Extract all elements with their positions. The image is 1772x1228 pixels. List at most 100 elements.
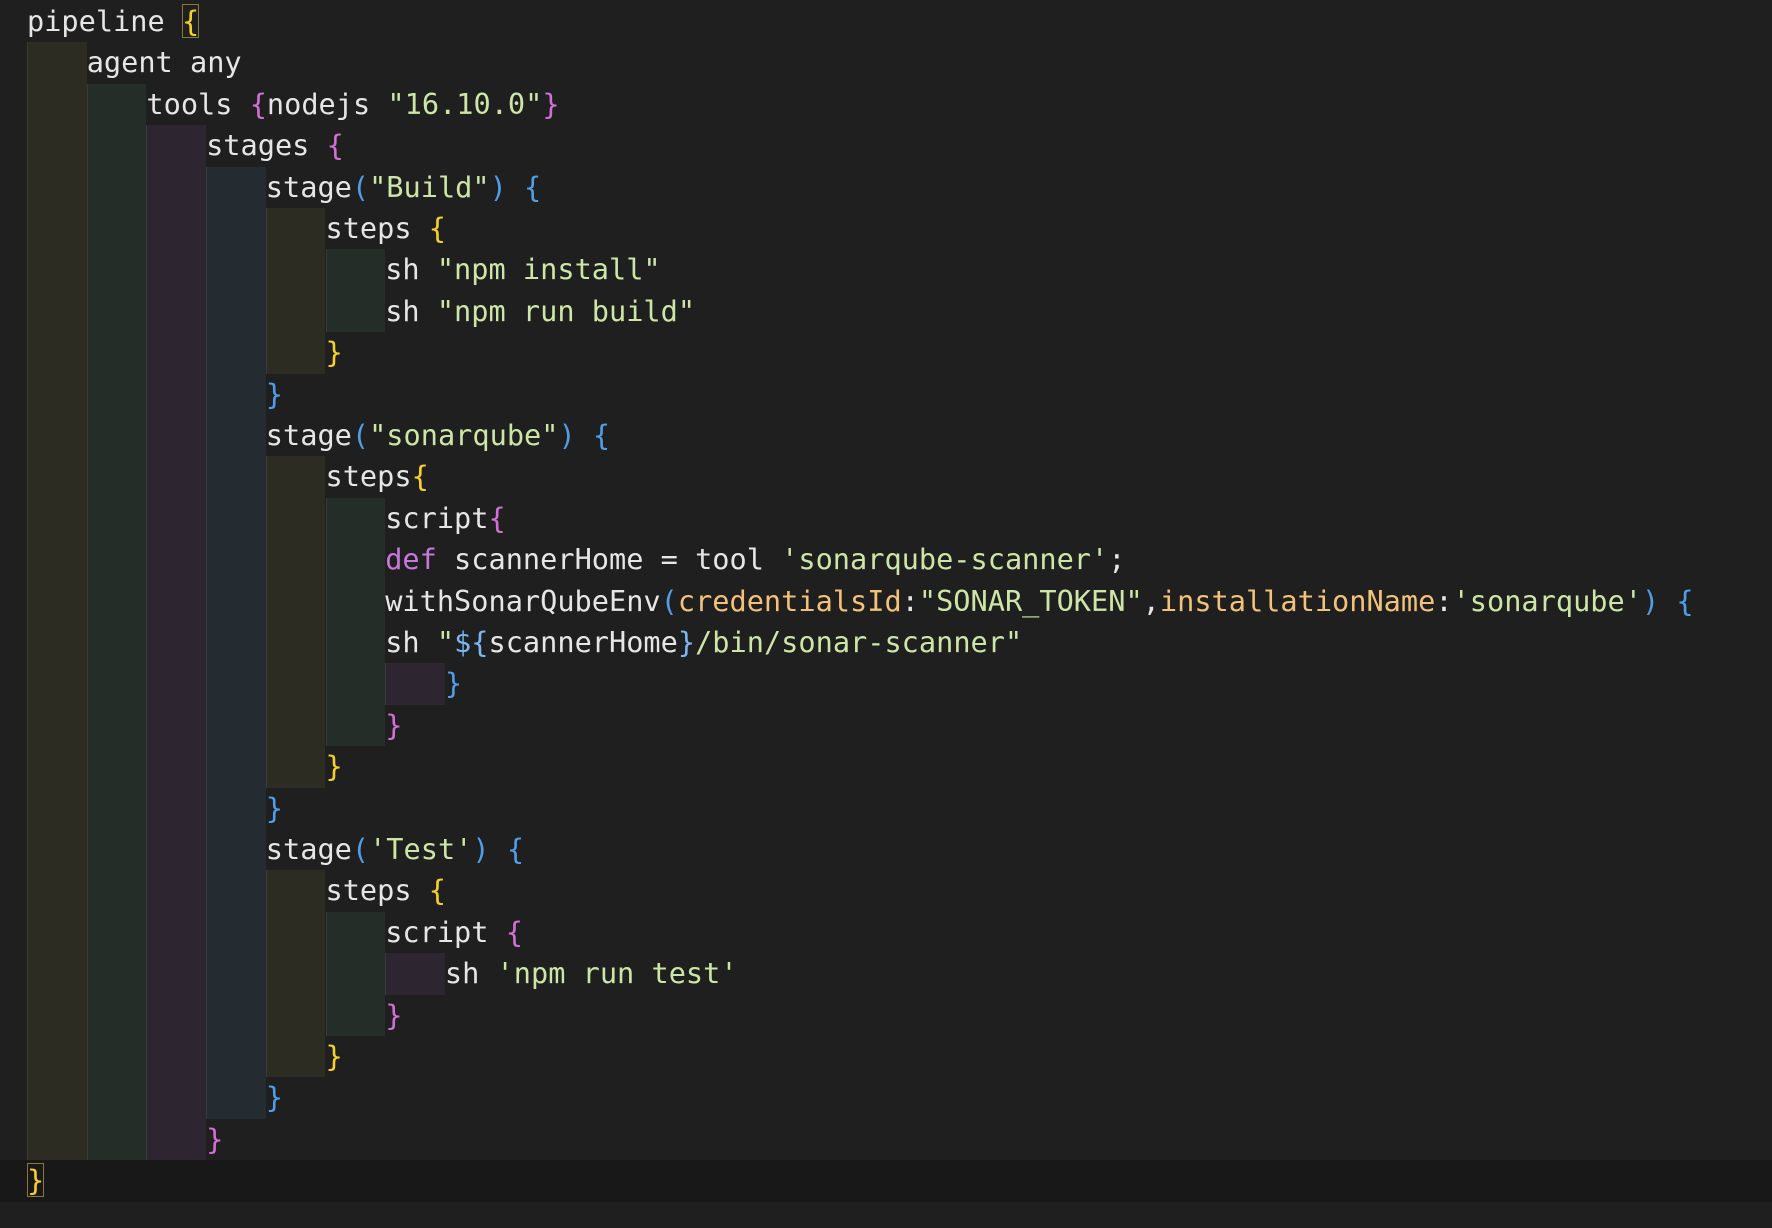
code-line[interactable]: script{	[0, 497, 1772, 540]
indent-guide	[206, 580, 266, 622]
indent-guide	[27, 1118, 87, 1161]
code-line[interactable]: stage('Test') {	[0, 829, 1772, 871]
indent-guide	[206, 746, 266, 788]
indent-guide	[146, 539, 207, 581]
code-token: sh	[385, 625, 437, 659]
code-line[interactable]: sh "${scannerHome}/bin/sonar-scanner"	[0, 622, 1772, 664]
code-line[interactable]: }	[0, 332, 1772, 374]
code-line[interactable]: script {	[0, 911, 1772, 954]
indent-guide	[265, 456, 326, 498]
indent-guide	[146, 911, 207, 954]
code-token: }	[265, 376, 284, 411]
code-token: )	[472, 832, 490, 866]
code-line[interactable]: steps{	[0, 456, 1772, 498]
code-line[interactable]: def scannerHome = tool 'sonarqube-scanne…	[0, 539, 1772, 581]
indent-guide	[206, 829, 266, 871]
indent-guide	[86, 373, 147, 415]
indent-guide	[146, 208, 207, 250]
code-line[interactable]: }	[0, 373, 1772, 415]
indent-guide	[206, 953, 266, 995]
code-line[interactable]: sh 'npm run test'	[0, 953, 1772, 995]
code-text: steps {	[326, 870, 447, 911]
code-line[interactable]: agent any	[0, 42, 1772, 84]
indent-guide	[206, 1077, 266, 1119]
indent-guide	[146, 249, 207, 291]
indent-guide	[385, 953, 445, 995]
indent-guide	[27, 332, 87, 374]
code-line[interactable]: }	[0, 663, 1772, 705]
indent-guide	[146, 580, 207, 622]
indent-guide	[27, 994, 87, 1036]
code-text: stage('Test') {	[266, 829, 524, 870]
code-line[interactable]: }	[0, 1160, 1772, 1202]
code-line[interactable]: stages {	[0, 125, 1772, 167]
code-token: "16.10.0"	[387, 86, 543, 121]
code-token: sh	[444, 956, 497, 991]
code-text: }	[266, 788, 283, 829]
code-line[interactable]: sh "npm install"	[0, 249, 1772, 291]
code-token: nodejs	[266, 86, 388, 121]
indent-guide	[206, 456, 266, 498]
indent-guide	[86, 456, 147, 498]
code-line[interactable]: steps {	[0, 208, 1772, 250]
indent-guide	[146, 125, 207, 167]
indent-guide	[265, 704, 326, 747]
indent-guide	[325, 580, 386, 622]
code-line[interactable]: pipeline {	[0, 1, 1772, 42]
code-line[interactable]: stage("Build") {	[0, 166, 1772, 208]
code-line[interactable]: tools {nodejs "16.10.0"}	[0, 83, 1772, 126]
indent-guide	[86, 953, 147, 995]
code-token: }	[542, 86, 560, 121]
indent-guide	[206, 208, 266, 250]
indent-guide	[27, 829, 87, 871]
indent-guide	[325, 290, 386, 333]
code-line[interactable]: }	[0, 787, 1772, 829]
indent-guide	[265, 622, 326, 664]
indent-guide	[27, 580, 87, 622]
indent-guide	[265, 994, 326, 1036]
indent-guide	[265, 953, 326, 995]
code-line[interactable]: }	[0, 994, 1772, 1036]
code-line[interactable]: steps {	[0, 870, 1772, 912]
code-line[interactable]: }	[0, 1118, 1772, 1161]
code-token: }	[325, 335, 343, 370]
indent-guide	[27, 456, 87, 498]
indent-guide	[206, 622, 266, 664]
code-line[interactable]: }	[0, 1036, 1772, 1078]
code-token: {	[488, 500, 506, 535]
indent-guide	[325, 622, 386, 664]
code-token: "SONAR_TOKEN"	[918, 583, 1143, 618]
indent-guide	[325, 539, 386, 581]
code-token: {	[181, 4, 200, 38]
indent-guide	[86, 704, 147, 747]
code-token: /bin/sonar-scanner"	[695, 625, 1023, 659]
indent-guide	[86, 83, 147, 126]
code-text: script {	[385, 912, 523, 953]
code-line[interactable]: stage("sonarqube") {	[0, 415, 1772, 457]
indent-guide	[146, 415, 207, 457]
code-line[interactable]: }	[0, 704, 1772, 747]
code-token: 'sonarqube'	[1452, 583, 1642, 618]
code-text: def scannerHome = tool 'sonarqube-scanne…	[385, 539, 1125, 580]
code-text: }	[206, 1119, 223, 1160]
code-token: "npm run build"	[436, 293, 696, 328]
code-token: pipeline	[27, 4, 182, 38]
code-token: script	[385, 914, 506, 949]
indent-guide	[27, 290, 87, 333]
code-token: {	[506, 832, 525, 866]
code-line[interactable]: }	[0, 746, 1772, 788]
indent-guide	[86, 870, 147, 912]
code-editor[interactable]: pipeline {agent any tools {nodejs "16.10.…	[0, 0, 1772, 1228]
indent-guide	[206, 663, 266, 705]
code-line[interactable]: sh "npm run build"	[0, 290, 1772, 333]
indent-guide	[146, 622, 207, 664]
indent-guide	[265, 332, 326, 374]
indent-guide	[27, 663, 87, 705]
code-line[interactable]: }	[0, 1077, 1772, 1119]
code-text: }	[266, 374, 283, 415]
code-token: }	[385, 707, 403, 742]
indent-guide	[27, 622, 87, 664]
code-line[interactable]: withSonarQubeEnv(credentialsId:"SONAR_TO…	[0, 580, 1772, 622]
indent-guide	[325, 663, 386, 705]
